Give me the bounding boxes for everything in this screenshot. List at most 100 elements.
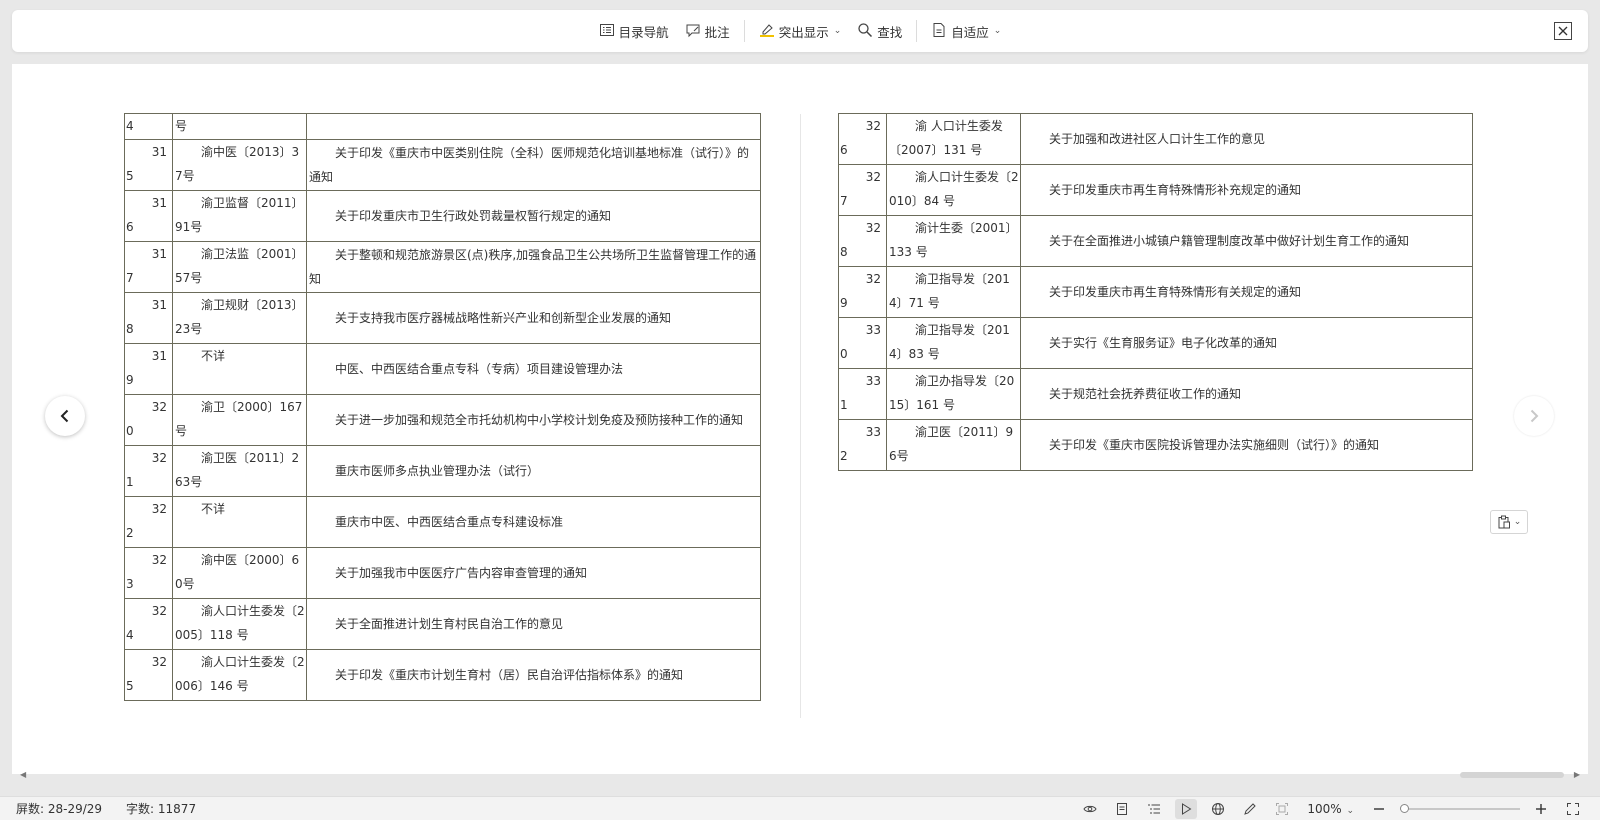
close-button[interactable] — [1554, 22, 1572, 40]
table-row: 32 4 渝人口计生委发〔2005〕118 号关于全面推进计划生育村民自治工作的意见 — [124, 598, 761, 650]
zoom-level-dropdown[interactable]: 100% ⌄ — [1303, 802, 1358, 816]
table-row: 32 7 渝人口计生委发〔2010〕84 号关于印发重庆市再生育特殊情形补充规定的通… — [838, 164, 1473, 216]
paste-options-button[interactable]: ⌄ — [1490, 510, 1528, 534]
zoom-slider-knob[interactable] — [1400, 804, 1409, 813]
row-number-part: 4 — [126, 119, 134, 133]
highlighter-icon — [759, 22, 775, 41]
right-page-table: 32 6 渝 人口计生委发〔2007〕131 号关于加强和改进社区人口计生工作的意见… — [838, 113, 1473, 471]
fit-label: 自适应 — [951, 24, 989, 40]
document-title-cell: 关于加强和改进社区人口计生工作的意见 — [1020, 113, 1473, 165]
table-row: 32 8 渝计生委〔2001〕133 号关于在全面推进小城镇户籍管理制度改革中做好计… — [838, 215, 1473, 267]
eye-icon[interactable] — [1079, 799, 1101, 819]
row-number-part: 32 — [151, 553, 167, 567]
fit-window-icon[interactable] — [1271, 799, 1293, 819]
play-icon[interactable] — [1175, 799, 1198, 819]
scroll-right-icon[interactable]: ▶ — [1574, 770, 1580, 779]
row-number-part: 6 — [840, 143, 848, 157]
row-number-part: 31 — [151, 298, 167, 312]
table-row: 33 1 渝卫办指导发〔2015〕161 号关于规范社会抚养费征收工作的通知 — [838, 368, 1473, 420]
row-number-part: 8 — [840, 245, 848, 259]
document-title-cell: 关于印发重庆市再生育特殊情形补充规定的通知 — [1020, 164, 1473, 216]
left-page-table: 4 号 31 5 渝中医〔2013〕37号 关于印发《重庆市中医类别住院（全科）医师规范化… — [124, 113, 761, 701]
document-code-cell: 号 — [172, 113, 307, 140]
left-table-body: 4 号 31 5 渝中医〔2013〕37号 关于印发《重庆市中医类别住院（全科）医师规范化… — [124, 113, 761, 701]
chevron-down-icon: ⌄ — [833, 26, 842, 36]
pen-icon[interactable] — [1239, 799, 1261, 819]
table-row: 32 6 渝 人口计生委发〔2007〕131 号关于加强和改进社区人口计生工作的意见 — [838, 113, 1473, 165]
table-row: 4号 — [124, 113, 761, 140]
row-number-part: 6 — [126, 220, 134, 234]
row-number-cell: 32 5 — [124, 649, 173, 701]
scroll-left-icon[interactable]: ◀ — [20, 770, 26, 779]
table-row: 31 8 渝卫规财〔2013〕23号 关于支持我市医疗器械战略性新兴产业和创新型企业发… — [124, 292, 761, 344]
table-row: 32 0 渝卫〔2000〕167号 关于进一步加强和规范全市托幼机构中小学校计划免疫及… — [124, 394, 761, 446]
row-number-part: 2 — [840, 449, 848, 463]
row-number-part: 32 — [865, 221, 881, 235]
row-number-part: 31 — [151, 349, 167, 363]
table-row: 32 3 渝中医〔2000〕60号 关于加强我市中医医疗广告内容审查管理的通知 — [124, 547, 761, 599]
row-number-part: 1 — [840, 398, 848, 412]
web-view-icon[interactable] — [1207, 799, 1229, 819]
row-number-part: 0 — [126, 424, 134, 438]
row-number-part: 33 — [865, 323, 881, 337]
fit-dropdown[interactable]: 自适应 ⌄ — [925, 17, 1007, 45]
document-view[interactable]: 4 号 31 5 渝中医〔2013〕37号 关于印发《重庆市中医类别住院（全科）医师规范化… — [12, 64, 1588, 774]
zoom-level-value: 100% — [1307, 802, 1342, 816]
row-number-part: 32 — [151, 502, 167, 516]
outline-view-icon[interactable] — [1143, 799, 1165, 819]
table-row: 32 2 不详 重庆市中医、中西医结合重点专科建设标准 — [124, 496, 761, 548]
document-code-cell: 渝计生委〔2001〕133 号 — [886, 215, 1021, 267]
fullscreen-icon[interactable] — [1562, 799, 1584, 819]
horizontal-scrollbar[interactable]: ◀ ▶ — [12, 770, 1588, 780]
find-button[interactable]: 查找 — [851, 17, 908, 45]
chevron-down-icon: ⌄ — [993, 26, 1002, 36]
document-code-cell: 渝人口计生委发〔2010〕84 号 — [886, 164, 1021, 216]
document-code-cell: 渝卫监督〔2011〕91号 — [172, 190, 307, 242]
document-title-cell: 关于印发重庆市再生育特殊情形有关规定的通知 — [1020, 266, 1473, 318]
next-page-button[interactable] — [1514, 396, 1554, 436]
row-number-part: 32 — [151, 604, 167, 618]
row-number-cell: 4 — [124, 113, 173, 140]
toc-icon — [599, 22, 615, 41]
previous-page-button[interactable] — [45, 396, 85, 436]
zoom-out-icon[interactable] — [1368, 799, 1390, 819]
row-number-cell: 32 0 — [124, 394, 173, 446]
zoom-in-icon[interactable] — [1530, 799, 1552, 819]
page-divider — [800, 114, 801, 718]
document-title-cell: 关于印发《重庆市中医类别住院（全科）医师规范化培训基地标准（试行）》的通知 — [306, 139, 761, 191]
toolbar-divider — [743, 20, 745, 42]
comment-label: 批注 — [704, 24, 730, 40]
document-title-cell: 关于支持我市医疗器械战略性新兴产业和创新型企业发展的通知 — [306, 292, 761, 344]
row-number-cell: 32 2 — [124, 496, 173, 548]
highlight-dropdown[interactable]: 突出显示 ⌄ — [753, 17, 848, 45]
chevron-down-icon: ⌄ — [1513, 517, 1522, 527]
row-number-cell: 33 1 — [838, 368, 887, 420]
row-number-part: 33 — [865, 425, 881, 439]
fit-page-icon — [931, 22, 947, 41]
row-number-part: 33 — [865, 374, 881, 388]
right-table-body: 32 6 渝 人口计生委发〔2007〕131 号关于加强和改进社区人口计生工作的意见… — [838, 113, 1473, 471]
document-code-cell: 渝中医〔2013〕37号 — [172, 139, 307, 191]
row-number-part: 1 — [126, 475, 134, 489]
toc-navigation-button[interactable]: 目录导航 — [593, 17, 675, 45]
document-code-cell: 渝卫指导发〔2014〕83 号 — [886, 317, 1021, 369]
scrollbar-thumb[interactable] — [1460, 772, 1564, 778]
toc-navigation-label: 目录导航 — [618, 24, 669, 40]
document-title-cell: 关于进一步加强和规范全市托幼机构中小学校计划免疫及预防接种工作的通知 — [306, 394, 761, 446]
row-number-part: 5 — [126, 169, 134, 183]
zoom-slider[interactable] — [1400, 802, 1520, 816]
row-number-cell: 32 3 — [124, 547, 173, 599]
document-code-cell: 渝人口计生委发〔2005〕118 号 — [172, 598, 307, 650]
row-number-cell: 32 1 — [124, 445, 173, 497]
comment-button[interactable]: 批注 — [679, 17, 736, 45]
document-title-cell: 关于印发《重庆市计划生育村（居）民自治评估指标体系》的通知 — [306, 649, 761, 701]
table-row: 33 2 渝卫医〔2011〕96号 关于印发《重庆市医院投诉管理办法实施细则（试行）》… — [838, 419, 1473, 471]
page-view-icon[interactable] — [1111, 799, 1133, 819]
document-title-cell: 关于全面推进计划生育村民自治工作的意见 — [306, 598, 761, 650]
row-number-cell: 31 8 — [124, 292, 173, 344]
document-code-cell: 渝卫医〔2011〕96号 — [886, 419, 1021, 471]
row-number-part: 9 — [840, 296, 848, 310]
chevron-left-icon — [60, 409, 69, 423]
table-row: 32 9 渝卫指导发〔2014〕71 号关于印发重庆市再生育特殊情形有关规定的通知 — [838, 266, 1473, 318]
document-code-cell: 渝中医〔2000〕60号 — [172, 547, 307, 599]
